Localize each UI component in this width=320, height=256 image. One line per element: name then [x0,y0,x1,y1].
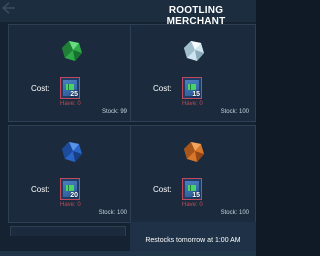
have-count: Have: 0 [60,202,81,208]
cost-label: Cost: [153,185,172,194]
currency-token: 20 [60,178,80,200]
stock-count: Stock: 100 [220,109,249,115]
merchant-window: ROOTLING MERCHANT Cost: 25 Have: 0 Stock… [0,0,256,256]
bottom-divider [0,251,256,256]
back-icon[interactable] [2,2,16,14]
currency-token: 25 [60,77,80,99]
green-gem-icon [62,41,82,61]
blue-gem-icon [62,142,82,162]
title-bar: ROOTLING MERCHANT [0,0,256,27]
currency-token: 15 [182,77,202,99]
have-count: Have: 0 [60,101,81,107]
cost-label: Cost: [31,84,50,93]
white-gem-icon [184,41,204,61]
next-item-card-partial[interactable] [10,226,126,236]
merchant-item-card[interactable]: Cost: 15 Have: 0 Stock: 100 [130,125,256,223]
currency-token: 15 [182,178,202,200]
cost-quantity: 20 [70,192,78,199]
merchant-item-card[interactable]: Cost: 20 Have: 0 Stock: 100 [8,125,134,223]
stock-count: Stock: 99 [101,109,127,115]
cost-label: Cost: [31,185,50,194]
orange-gem-icon [184,142,204,162]
cost-quantity: 25 [70,91,78,98]
stock-count: Stock: 100 [98,210,127,216]
merchant-item-card[interactable]: Cost: 25 Have: 0 Stock: 99 [8,24,134,122]
cost-label: Cost: [153,84,172,93]
cost-quantity: 15 [192,91,200,98]
have-count: Have: 0 [182,101,203,107]
merchant-item-card[interactable]: Cost: 15 Have: 0 Stock: 100 [130,24,256,122]
stock-count: Stock: 100 [220,210,249,216]
restock-text: Restocks tomorrow at 1:00 AM [145,237,241,244]
have-count: Have: 0 [182,202,203,208]
cost-quantity: 15 [192,192,200,199]
